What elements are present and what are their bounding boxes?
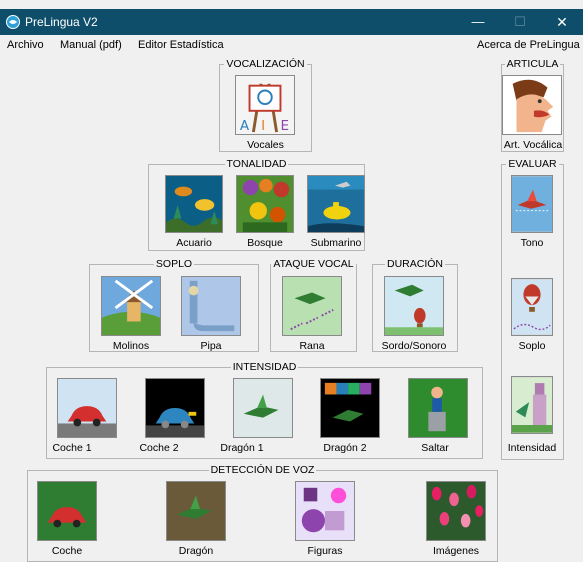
soplo-eval-button[interactable] (511, 278, 553, 336)
saltar-label: Saltar (421, 442, 449, 454)
dragon-flying-icon (512, 176, 552, 232)
menu-bar: Archivo Manual (pdf) Editor Estadística … (0, 36, 583, 54)
menu-acerca[interactable]: Acerca de PreLingua (477, 39, 580, 51)
acuario-button[interactable] (165, 175, 223, 233)
intensidad-eval-button[interactable] (511, 376, 553, 434)
jumping-character-icon (409, 379, 467, 437)
bosque-label: Bosque (247, 237, 283, 249)
dragon-label: Dragón (178, 545, 214, 557)
pipa-label: Pipa (200, 340, 222, 352)
dragon-button[interactable] (166, 481, 226, 541)
green-dragon-icon (234, 379, 292, 437)
menu-manual[interactable]: Manual (pdf) (60, 39, 122, 51)
aquarium-icon (166, 176, 222, 232)
vocales-button[interactable]: A I E (235, 75, 295, 135)
rana-label: Rana (299, 340, 325, 352)
tulips-icon (427, 482, 485, 540)
coche1-button[interactable] (57, 378, 117, 438)
art-vocalica-button[interactable] (502, 75, 562, 135)
maximize-button[interactable]: ☐ (508, 12, 532, 32)
coche-label: Coche (51, 545, 83, 557)
saltar-button[interactable] (408, 378, 468, 438)
group-title: INTENSIDAD (230, 361, 299, 373)
menu-editor-estadistica[interactable]: Editor Estadística (138, 39, 224, 51)
castle-icon (512, 377, 552, 433)
menu-archivo[interactable]: Archivo (7, 39, 44, 51)
coche-button[interactable] (37, 481, 97, 541)
tono-label: Tono (520, 237, 544, 249)
tono-button[interactable] (511, 175, 553, 233)
pipe-icon (182, 277, 240, 335)
title-bar[interactable]: PreLingua V2 — ☐ ✕ (0, 9, 583, 35)
submarino-label: Submarino (310, 237, 362, 249)
svg-text:I: I (261, 118, 265, 134)
sordo-sonoro-button[interactable] (384, 276, 444, 336)
svg-text:A: A (240, 118, 250, 134)
figuras-label: Figuras (307, 545, 343, 557)
figuras-button[interactable] (295, 481, 355, 541)
sordo-sonoro-label: Sordo/Sonoro (381, 340, 447, 352)
dragon2-button[interactable] (320, 378, 380, 438)
svg-text:E: E (280, 118, 289, 134)
red-car-icon (38, 482, 96, 540)
vocales-label: Vocales (247, 139, 284, 151)
windmill-icon (102, 277, 160, 335)
dragon-blocks-icon (321, 379, 379, 437)
dragon-icon (167, 482, 225, 540)
group-title: TONALIDAD (224, 158, 289, 170)
head-profile-icon (503, 76, 561, 134)
group-title: VOCALIZACIÓN (224, 58, 307, 70)
group-title: ATAQUE VOCAL (271, 258, 356, 270)
coche2-label: Coche 2 (139, 442, 179, 454)
group-title: ARTICULA (504, 58, 561, 70)
submarine-icon (308, 176, 364, 232)
easel-letters-icon: A I E (236, 76, 294, 134)
dragon-balloon-icon (385, 277, 443, 335)
close-button[interactable]: ✕ (550, 12, 574, 32)
imagenes-label: Imágenes (432, 545, 480, 557)
group-title: DETECCIÓN DE VOZ (208, 464, 317, 476)
bosque-button[interactable] (236, 175, 294, 233)
group-title: DURACIÓN (384, 258, 445, 270)
rana-button[interactable] (282, 276, 342, 336)
forest-icon (237, 176, 293, 232)
minimize-button[interactable]: — (466, 12, 490, 32)
window-title: PreLingua V2 (25, 15, 98, 29)
group-title: EVALUAR (506, 158, 559, 170)
red-car-icon (58, 379, 116, 437)
acuario-label: Acuario (176, 237, 212, 249)
dragon2-label: Dragón 2 (323, 442, 367, 454)
intensidad-eval-label: Intensidad (507, 442, 557, 454)
coche2-button[interactable] (145, 378, 205, 438)
art-vocalica-label: Art. Vocálica (503, 139, 563, 151)
shapes-icon (296, 482, 354, 540)
soplo-eval-label: Soplo (518, 340, 546, 352)
molinos-button[interactable] (101, 276, 161, 336)
app-globe-icon (6, 15, 20, 29)
blue-car-icon (146, 379, 204, 437)
submarino-button[interactable] (307, 175, 365, 233)
coche1-label: Coche 1 (52, 442, 92, 454)
pipa-button[interactable] (181, 276, 241, 336)
dragon1-label: Dragón 1 (220, 442, 264, 454)
group-title: SOPLO (153, 258, 195, 270)
molinos-label: Molinos (112, 340, 150, 352)
balloon-icon (512, 279, 552, 335)
dragon1-button[interactable] (233, 378, 293, 438)
frog-icon (283, 277, 341, 335)
imagenes-button[interactable] (426, 481, 486, 541)
